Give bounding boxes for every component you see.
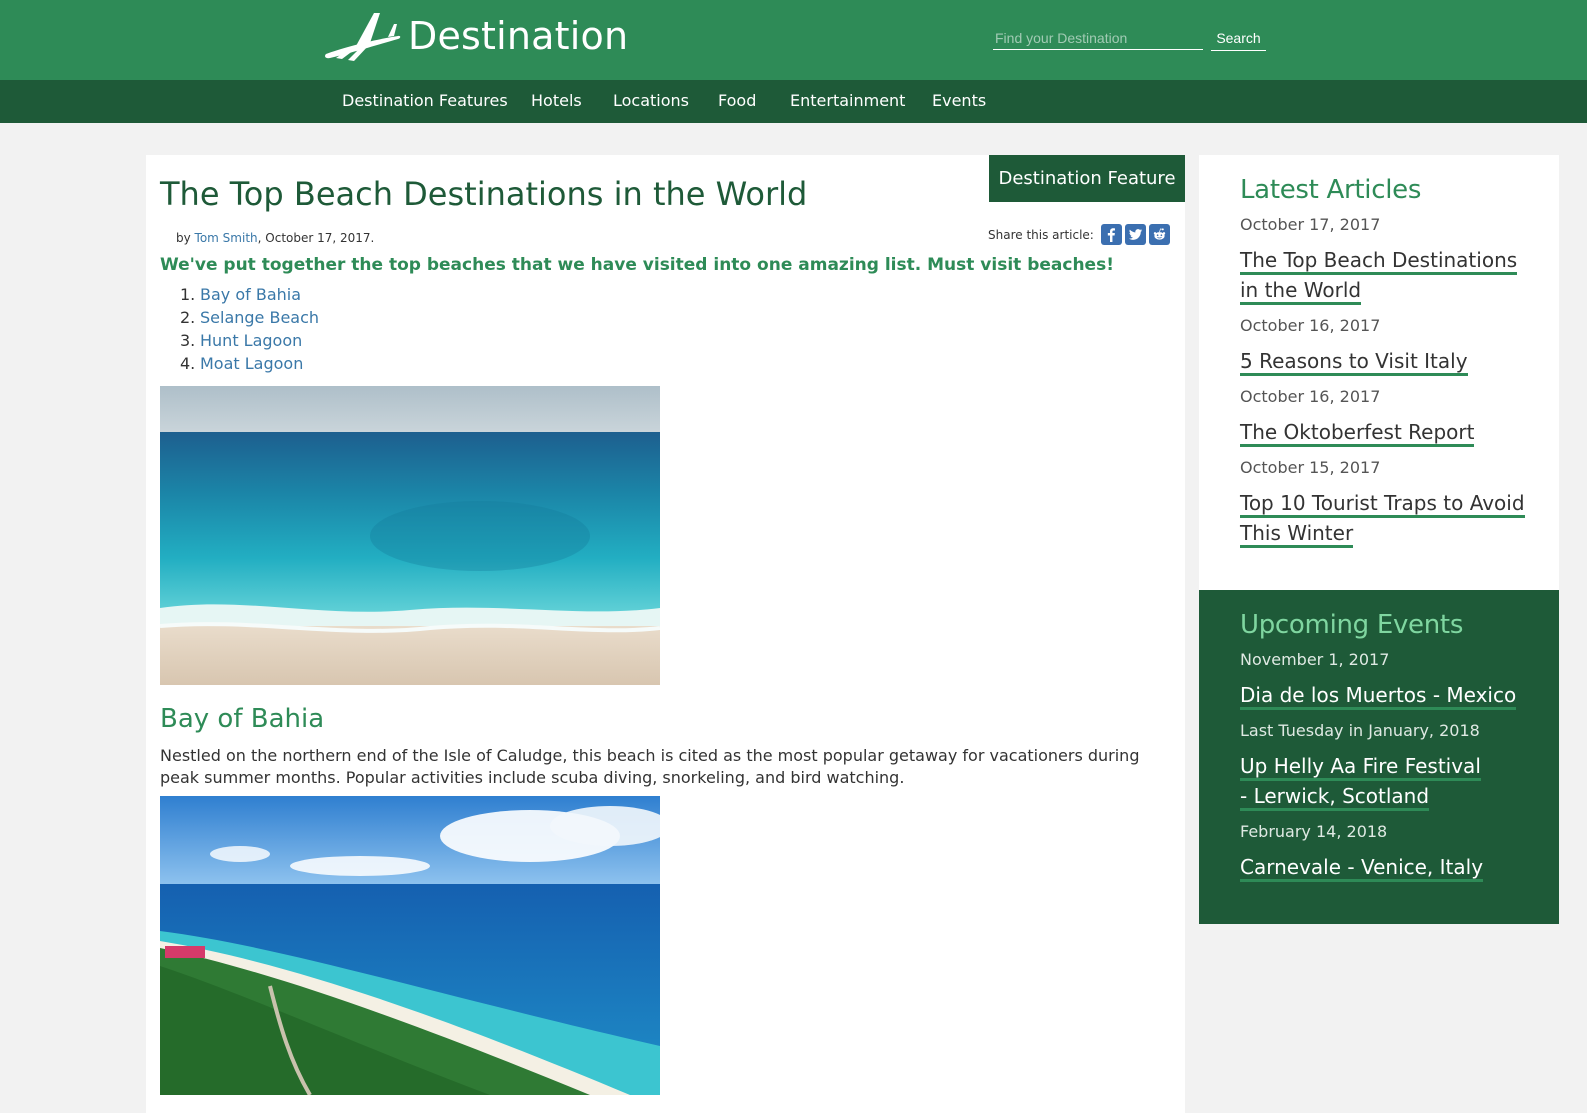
list-item: October 16, 2017 5 Reasons to Visit Ital… [1240,316,1559,377]
section-body: Nestled on the northern end of the Isle … [160,746,1140,787]
article-date: October 16, 2017 [1240,387,1381,406]
list-item: October 15, 2017 Top 10 Tourist Traps to… [1240,458,1559,549]
main-nav: Destination Features Hotels Locations Fo… [0,80,1587,123]
beach-photo-aerial [160,796,660,1095]
author-link[interactable]: Tom Smith [195,231,258,245]
toc-item: 4. Moat Lagoon [180,354,319,377]
site-logo[interactable]: Destination [322,10,628,62]
share-label: Share this article: [988,227,1094,242]
latest-articles-heading: Latest Articles [1240,175,1422,205]
toc-item: 2. Selange Beach [180,308,319,331]
latest-article-link[interactable]: The Oktoberfest Report [1240,420,1475,447]
list-item: November 1, 2017 Dia de los Muertos - Me… [1240,650,1559,711]
upcoming-events-panel: Upcoming Events November 1, 2017 Dia de … [1199,590,1559,924]
table-of-contents: 1. Bay of Bahia 2. Selange Beach 3. Hunt La… [180,285,319,377]
list-item: October 17, 2017 The Top Beach Destinati… [1240,215,1559,306]
list-item: February 14, 2018 Carnevale - Venice, It… [1240,822,1559,883]
article-date: October 17, 2017 [1240,215,1381,234]
event-link[interactable]: Carnevale - Venice, Italy [1240,855,1484,882]
toc-item: 3. Hunt Lagoon [180,331,319,354]
upcoming-events-heading: Upcoming Events [1240,610,1464,640]
nav-hotels[interactable]: Hotels [531,91,582,110]
site-header: Destination Search [0,0,1587,80]
nav-locations[interactable]: Locations [613,91,689,110]
event-date: Last Tuesday in January, 2018 [1240,721,1480,740]
event-link[interactable]: Up Helly Aa Fire Festival - Lerwick, Sco… [1240,754,1481,811]
site-name: Destination [408,14,629,58]
nav-food[interactable]: Food [718,91,756,110]
byline: by Tom Smith, October 17, 2017. [176,231,374,245]
search-input[interactable] [993,26,1203,50]
nav-destination-features[interactable]: Destination Features [342,91,508,110]
article-date: October 16, 2017 [1240,316,1381,335]
list-item: October 16, 2017 The Oktoberfest Report [1240,387,1559,448]
article-date: , October 17, 2017. [257,231,375,245]
sidebar: Latest Articles October 17, 2017 The Top… [1199,155,1559,924]
toc-link-selange-beach[interactable]: Selange Beach [200,308,319,331]
toc-link-hunt-lagoon[interactable]: Hunt Lagoon [200,331,302,354]
article-card: Destination Feature The Top Beach Destin… [146,155,1185,1113]
search-button[interactable]: Search [1211,26,1266,51]
latest-articles-panel: Latest Articles October 17, 2017 The Top… [1199,155,1559,590]
article-date: October 15, 2017 [1240,458,1381,477]
share-bar: Share this article: [988,224,1170,245]
latest-article-link[interactable]: 5 Reasons to Visit Italy [1240,349,1468,376]
nav-entertainment[interactable]: Entertainment [790,91,905,110]
byline-prefix: by [176,231,191,245]
toc-link-bay-of-bahia[interactable]: Bay of Bahia [200,285,301,308]
event-date: November 1, 2017 [1240,650,1390,669]
nav-events[interactable]: Events [932,91,986,110]
event-date: February 14, 2018 [1240,822,1388,841]
list-item: Last Tuesday in January, 2018 Up Helly A… [1240,721,1559,812]
airplane-icon [325,13,401,61]
feature-tag: Destination Feature [989,155,1185,202]
article-title: The Top Beach Destinations in the World [160,175,808,213]
beach-photo-ocean [160,386,660,685]
reddit-icon[interactable] [1148,224,1170,245]
twitter-icon[interactable] [1124,224,1146,245]
latest-article-link[interactable]: Top 10 Tourist Traps to Avoid This Winte… [1240,491,1525,548]
facebook-icon[interactable] [1100,224,1122,245]
event-link[interactable]: Dia de los Muertos - Mexico [1240,683,1517,710]
article-lede: We've put together the top beaches that … [160,255,1114,275]
section-heading: Bay of Bahia [160,704,325,734]
latest-article-link[interactable]: The Top Beach Destinations in the World [1240,248,1518,305]
toc-link-moat-lagoon[interactable]: Moat Lagoon [200,354,303,377]
toc-item: 1. Bay of Bahia [180,285,319,308]
